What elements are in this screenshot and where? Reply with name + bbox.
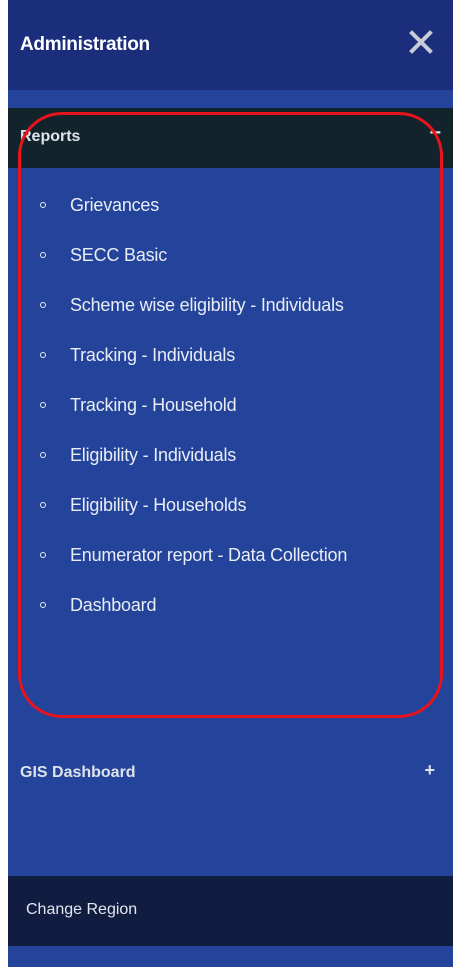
menu-item-label: Tracking - Household	[70, 395, 237, 415]
menu-item-label: Enumerator report - Data Collection	[70, 545, 348, 565]
menu-item-eligibility-households[interactable]: Eligibility - Households	[8, 490, 453, 520]
bullet-icon	[40, 252, 46, 258]
change-region-label: Change Region	[26, 901, 138, 918]
menu-item-secc-basic[interactable]: SECC Basic	[8, 240, 453, 270]
menu-item-label: SECC Basic	[70, 245, 168, 265]
bullet-icon	[40, 552, 46, 558]
menu-item-grievances[interactable]: Grievances	[8, 190, 453, 220]
menu-item-dashboard[interactable]: Dashboard	[8, 590, 453, 620]
menu-item-label: Dashboard	[70, 595, 157, 615]
menu-item-scheme-wise-eligibility[interactable]: Scheme wise eligibility - Individuals	[8, 290, 453, 320]
bullet-icon	[40, 602, 46, 608]
close-button[interactable]	[407, 28, 435, 56]
panel-title: Administration	[20, 34, 150, 55]
menu-item-label: Eligibility - Households	[70, 495, 247, 515]
reports-menu-list: Grievances SECC Basic Scheme wise eligib…	[8, 190, 453, 640]
menu-item-eligibility-individuals[interactable]: Eligibility - Individuals	[8, 440, 453, 470]
panel-header: Administration	[8, 0, 453, 90]
bullet-icon	[40, 452, 46, 458]
menu-item-enumerator-report[interactable]: Enumerator report - Data Collection	[8, 540, 453, 570]
menu-item-label: Tracking - Individuals	[70, 345, 236, 365]
bullet-icon	[40, 302, 46, 308]
bullet-icon	[40, 202, 46, 208]
gis-dashboard-section-header[interactable]: GIS Dashboard +	[8, 748, 453, 800]
close-icon	[409, 30, 433, 54]
reports-section-label: Reports	[20, 128, 81, 145]
reports-section-header[interactable]: Reports −	[8, 108, 453, 168]
bullet-icon	[40, 402, 46, 408]
expand-icon[interactable]: +	[424, 760, 435, 781]
admin-side-panel: Administration Reports − Grievances SECC…	[8, 0, 453, 967]
menu-item-label: Eligibility - Individuals	[70, 445, 237, 465]
collapse-icon[interactable]: −	[429, 122, 441, 145]
menu-item-tracking-individuals[interactable]: Tracking - Individuals	[8, 340, 453, 370]
menu-item-label: Grievances	[70, 195, 160, 215]
bullet-icon	[40, 352, 46, 358]
menu-item-tracking-household[interactable]: Tracking - Household	[8, 390, 453, 420]
menu-item-label: Scheme wise eligibility - Individuals	[70, 295, 344, 315]
change-region-button[interactable]: Change Region	[8, 876, 453, 946]
gis-dashboard-label: GIS Dashboard	[20, 764, 136, 781]
bullet-icon	[40, 502, 46, 508]
